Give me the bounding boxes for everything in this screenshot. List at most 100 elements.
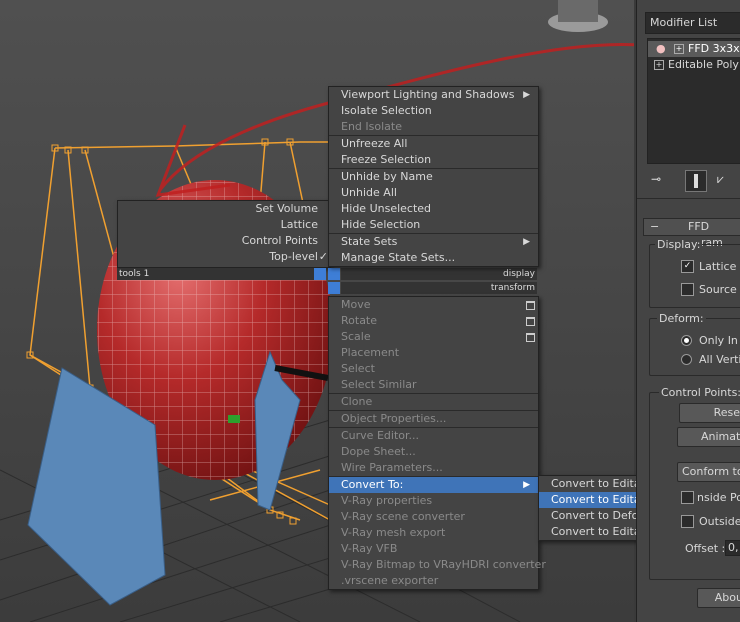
menu-item-vray-scene-converter[interactable]: V-Ray scene converter	[329, 509, 538, 525]
menu-item-vray-mesh-export[interactable]: V-Ray mesh export	[329, 525, 538, 541]
menu-item-top-level[interactable]: Top-level ✓	[118, 249, 330, 265]
menu-item-manage-state-sets[interactable]: Manage State Sets...	[329, 250, 538, 266]
menu-item-placement[interactable]: Placement	[329, 345, 538, 361]
menu-item-label: Dope Sheet...	[341, 445, 416, 458]
all-vertices-label: All Vertic	[699, 353, 740, 366]
menu-item-label: Freeze Selection	[341, 153, 432, 166]
menu-item-isolate-selection[interactable]: Isolate Selection	[329, 103, 538, 119]
deform-group-label: Deform:	[657, 312, 706, 325]
show-end-result-icon[interactable]	[685, 170, 707, 192]
stack-item-editable-poly[interactable]: + Editable Poly	[648, 57, 740, 73]
menu-item-label: Curve Editor...	[341, 429, 419, 442]
only-in-volume-radio[interactable]	[681, 335, 692, 346]
menu-item-label: Scale	[341, 330, 371, 343]
menu-item-label: End Isolate	[341, 120, 402, 133]
menu-item-vray-vfb[interactable]: V-Ray VFB	[329, 541, 538, 557]
lightbulb-icon[interactable]: ●	[656, 41, 666, 57]
rollout-header[interactable]: − FFD Param	[643, 218, 740, 249]
quad-header-transform: transform	[341, 282, 537, 294]
menu-item-label: State Sets	[341, 235, 398, 248]
make-unique-icon[interactable]: ⩗	[717, 172, 724, 187]
reset-button[interactable]: Reset	[679, 403, 740, 423]
conform-to-shape-button[interactable]: Conform to S	[677, 462, 740, 482]
menu-item-label: Unhide All	[341, 186, 397, 199]
quad-selector-display[interactable]	[328, 268, 340, 280]
menu-item-convert-to[interactable]: Convert To: ▶	[329, 477, 538, 493]
menu-item-vray-properties[interactable]: V-Ray properties	[329, 493, 538, 509]
light-object-icon	[548, 0, 608, 32]
menu-item-label: V-Ray properties	[341, 494, 433, 507]
menu-item-dope-sheet[interactable]: Dope Sheet...	[329, 444, 538, 460]
pin-stack-icon[interactable]: ⊸	[651, 172, 669, 190]
menu-item-label: Wire Parameters...	[341, 461, 443, 474]
menu-item-freeze-selection[interactable]: Freeze Selection	[329, 152, 538, 168]
expand-icon[interactable]: +	[674, 44, 684, 54]
menu-item-unhide-by-name[interactable]: Unhide by Name	[329, 169, 538, 185]
source-volume-checkbox[interactable]	[681, 283, 694, 296]
menu-item-label: Move	[341, 298, 371, 311]
menu-item-viewport-lighting[interactable]: Viewport Lighting and Shadows ▶	[329, 87, 538, 103]
gizmo-green	[228, 415, 240, 423]
display-group-label: Display:	[655, 238, 703, 251]
menu-item-vrscene-exporter[interactable]: .vrscene exporter	[329, 573, 538, 589]
menu-item-unfreeze-all[interactable]: Unfreeze All	[329, 136, 538, 152]
menu-item-curve-editor[interactable]: Curve Editor...	[329, 428, 538, 444]
animate-all-button[interactable]: Animate	[677, 427, 740, 447]
menu-item-label: Unfreeze All	[341, 137, 408, 150]
modifier-list-dropdown[interactable]: Modifier List	[645, 12, 740, 34]
offset-label: Offset :	[685, 542, 726, 555]
all-vertices-radio[interactable]	[681, 354, 692, 365]
modifier-list-label: Modifier List	[650, 16, 718, 29]
transform-quad-menu: Move Rotate Scale Placement Select Selec…	[328, 296, 546, 590]
menu-item-lattice[interactable]: Lattice	[118, 217, 330, 233]
menu-item-label: Control Points	[241, 234, 318, 247]
source-volume-label: Source V	[699, 283, 740, 296]
outside-points-label: Outside	[699, 515, 740, 528]
menu-item-move[interactable]: Move	[329, 297, 538, 313]
menu-item-label: Manage State Sets...	[341, 251, 456, 264]
menu-item-label: Hide Unselected	[341, 202, 432, 215]
menu-item-select[interactable]: Select	[329, 361, 538, 377]
menu-item-scale[interactable]: Scale	[329, 329, 538, 345]
stack-item-label: FFD 3x3x3	[688, 42, 740, 55]
lattice-checkbox[interactable]: ✓	[681, 260, 694, 273]
submenu-arrow-icon: ▶	[523, 237, 530, 247]
menu-item-wire-parameters[interactable]: Wire Parameters...	[329, 460, 538, 476]
tools-quad-menu: Set Volume Lattice Control Points Top-le…	[117, 200, 331, 268]
inside-points-checkbox[interactable]	[681, 491, 694, 504]
menu-item-rotate[interactable]: Rotate	[329, 313, 538, 329]
menu-item-unhide-all[interactable]: Unhide All	[329, 185, 538, 201]
menu-item-object-properties[interactable]: Object Properties...	[329, 411, 538, 427]
display-group	[649, 244, 740, 308]
menu-item-label: V-Ray Bitmap to VRayHDRI converter	[341, 558, 546, 571]
menu-item-hide-selection[interactable]: Hide Selection	[329, 217, 538, 233]
quad-selector-transform[interactable]	[328, 282, 340, 294]
menu-item-label: Hide Selection	[341, 218, 421, 231]
menu-item-state-sets[interactable]: State Sets ▶	[329, 234, 538, 250]
stack-item-ffd[interactable]: ● + FFD 3x3x3	[648, 41, 740, 57]
menu-item-label: Unhide by Name	[341, 170, 433, 183]
settings-box-icon[interactable]	[526, 301, 535, 310]
about-button[interactable]: About	[697, 588, 740, 608]
only-in-volume-label: Only In V	[699, 334, 740, 347]
menu-item-set-volume[interactable]: Set Volume	[118, 201, 330, 217]
deform-group	[649, 318, 740, 376]
display-quad-menu: Viewport Lighting and Shadows ▶ Isolate S…	[328, 86, 539, 267]
quad-selector-tools[interactable]	[314, 268, 326, 280]
offset-input[interactable]: 0,	[725, 540, 740, 556]
offset-value: 0,	[728, 541, 739, 554]
menu-item-control-points[interactable]: Control Points	[118, 233, 330, 249]
menu-item-select-similar[interactable]: Select Similar	[329, 377, 538, 393]
menu-item-label: Set Volume	[255, 202, 318, 215]
menu-item-label: Clone	[341, 395, 373, 408]
conform-label: Conform to S	[682, 465, 740, 478]
settings-box-icon[interactable]	[526, 317, 535, 326]
expand-icon[interactable]: +	[654, 60, 664, 70]
modifier-stack[interactable]: ● + FFD 3x3x3 + Editable Poly	[647, 38, 740, 164]
inside-points-label: nside Po	[697, 491, 740, 504]
menu-item-hide-unselected[interactable]: Hide Unselected	[329, 201, 538, 217]
outside-points-checkbox[interactable]	[681, 515, 694, 528]
menu-item-clone[interactable]: Clone	[329, 394, 538, 410]
settings-box-icon[interactable]	[526, 333, 535, 342]
menu-item-vray-bitmap-converter[interactable]: V-Ray Bitmap to VRayHDRI converter	[329, 557, 546, 573]
